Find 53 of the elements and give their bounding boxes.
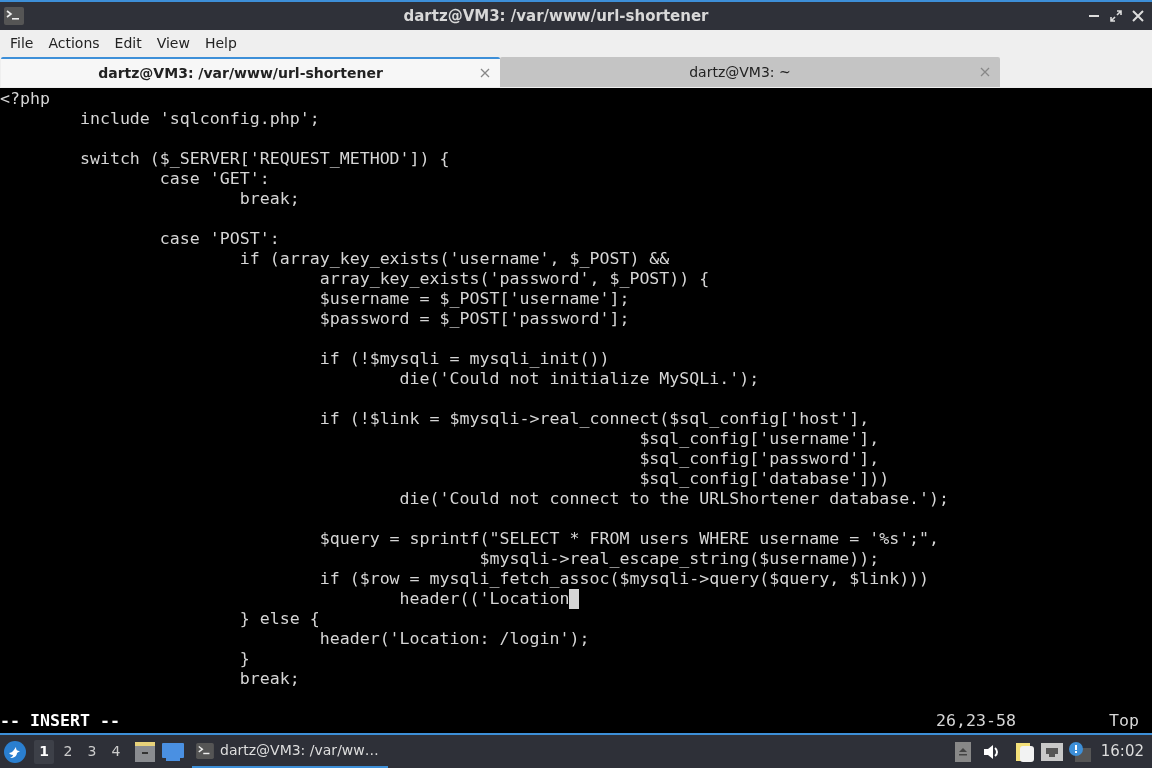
- code-line: break;: [238, 189, 300, 209]
- code-line: $query = sprintf("SELECT * FROM users WHERE username = '%s';",: [318, 529, 940, 549]
- menu-item[interactable]: Edit: [107, 32, 149, 54]
- code-line: switch ($_SERVER['REQUEST_METHOD']) {: [78, 149, 450, 169]
- code-line: if (!$mysqli = mysqli_init()): [318, 349, 610, 369]
- code-line: if ($row = mysqli_fetch_assoc($mysqli->query($query, $link))): [318, 569, 930, 589]
- workspace-button[interactable]: 2: [58, 739, 78, 764]
- file-cabinet-icon[interactable]: [134, 741, 156, 762]
- clipboard-icon[interactable]: [1014, 740, 1035, 763]
- tab[interactable]: dartz@VM3: /var/www/url-shortener: [1, 57, 500, 87]
- workspace-button[interactable]: 3: [82, 739, 102, 764]
- maximize-icon[interactable]: [1110, 10, 1122, 22]
- code-line: break;: [238, 669, 300, 689]
- volume-icon[interactable]: [982, 742, 1001, 761]
- code-line: $password = $_POST['password'];: [318, 309, 630, 329]
- code-line: $sql_config['database'])): [638, 469, 890, 489]
- scroll-position: Top: [1109, 711, 1139, 731]
- code-line: array_key_exists('password', $_POST)) {: [318, 269, 710, 289]
- notification-icon[interactable]: [1068, 741, 1091, 762]
- cursor-position: 26,23-58: [936, 711, 1016, 731]
- mode-indicator: -- INSERT --: [0, 711, 120, 731]
- code-line: }: [238, 649, 250, 669]
- terminal-icon: [4, 7, 24, 25]
- code-line: $username = $_POST['username'];: [318, 289, 630, 309]
- code-line: header('Location: /login');: [318, 629, 590, 649]
- window-title: dartz@VM3: /var/www/url-shortener: [402, 5, 710, 27]
- eject-icon[interactable]: [954, 741, 971, 762]
- code-line: <?php: [0, 89, 50, 109]
- code-line: case 'GET':: [158, 169, 270, 189]
- code-line: if (array_key_exists('username', $_POST) &&: [238, 249, 670, 269]
- workspace-button[interactable]: 4: [106, 739, 126, 764]
- code-line: $sql_config['username'],: [638, 429, 880, 449]
- code-line: case 'POST':: [158, 229, 280, 249]
- code-line: die('Could not initialize MySQLi.');: [398, 369, 760, 389]
- code-line: if (!$link = $mysqli->real_connect($sql_config['host'],: [318, 409, 870, 429]
- code-line: $sql_config['password'],: [638, 449, 880, 469]
- terminal-icon: [196, 742, 214, 759]
- bird-icon[interactable]: [4, 740, 26, 763]
- code-line: die('Could not connect to the URLShortener database.');: [398, 489, 950, 509]
- taskbar-task[interactable]: dartz@VM3: /var/ww…: [192, 735, 388, 768]
- desktop-icon[interactable]: [162, 742, 184, 761]
- menu-item[interactable]: View: [149, 32, 197, 54]
- code-line: } else {: [238, 609, 320, 629]
- tab[interactable]: dartz@VM3: ~: [500, 57, 1000, 87]
- menu-item[interactable]: Help: [197, 32, 244, 54]
- workspace-button[interactable]: 1: [34, 739, 54, 764]
- code-line: $mysqli->real_escape_string($username));: [478, 549, 880, 569]
- network-icon[interactable]: [1040, 742, 1063, 761]
- menu-item[interactable]: File: [3, 32, 41, 54]
- code-line: header(('Location: [398, 589, 570, 609]
- clock: 16:02: [1100, 741, 1144, 763]
- menu-item[interactable]: Actions: [41, 32, 107, 54]
- code-line: include 'sqlconfig.php';: [78, 109, 320, 129]
